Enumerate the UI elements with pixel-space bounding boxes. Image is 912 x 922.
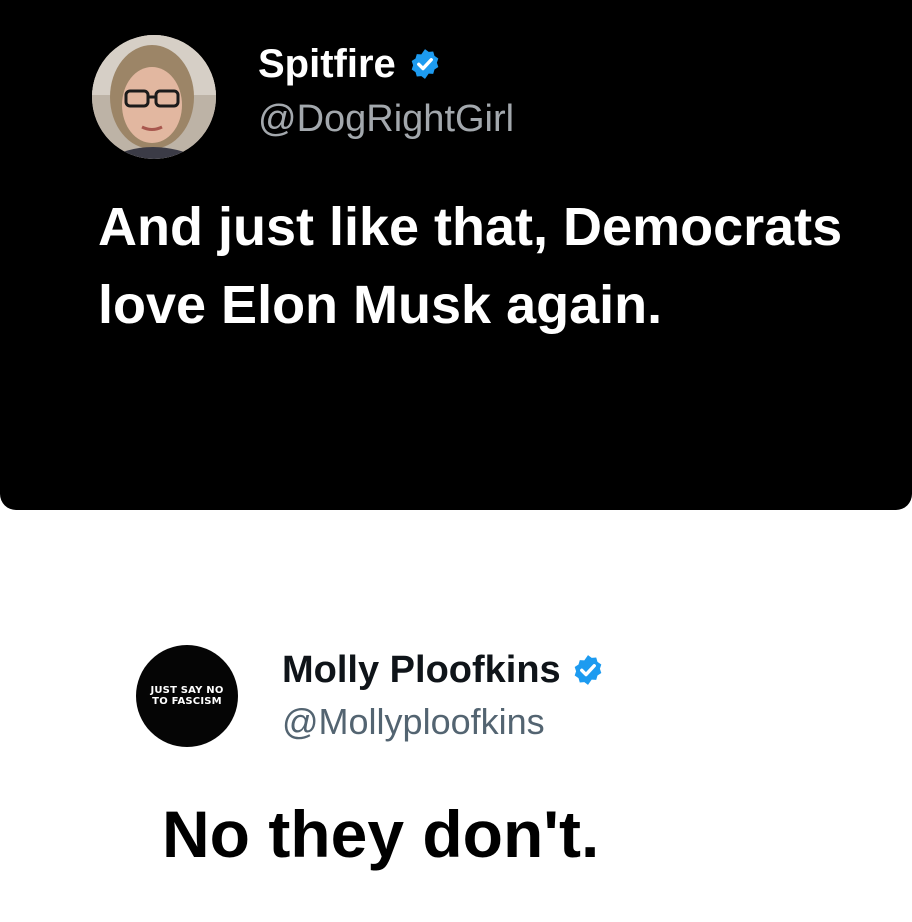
avatar-text-line-2: TO FASCISM	[152, 696, 222, 707]
author-name-row: Molly Ploofkins	[282, 645, 605, 695]
profile-photo-icon	[92, 35, 216, 159]
tweet-card-spitfire[interactable]: Spitfire @DogRightGirl And just like tha…	[0, 0, 912, 510]
verified-badge-icon	[411, 49, 439, 79]
author-name-row: Spitfire	[258, 38, 442, 90]
verified-badge-icon	[574, 655, 602, 685]
avatar[interactable]	[92, 35, 216, 159]
display-name[interactable]: Spitfire	[258, 38, 396, 90]
author-handle[interactable]: @Mollyploofkins	[282, 700, 545, 744]
display-name[interactable]: Molly Ploofkins	[282, 645, 561, 695]
avatar-text-line-1: JUST SAY NO	[150, 685, 224, 696]
tweet-text: And just like that, Democrats love Elon …	[98, 197, 843, 335]
tweet-text: No they don't.	[162, 797, 600, 871]
avatar[interactable]: JUST SAY NO TO FASCISM	[136, 645, 238, 747]
author-handle[interactable]: @DogRightGirl	[258, 96, 514, 142]
